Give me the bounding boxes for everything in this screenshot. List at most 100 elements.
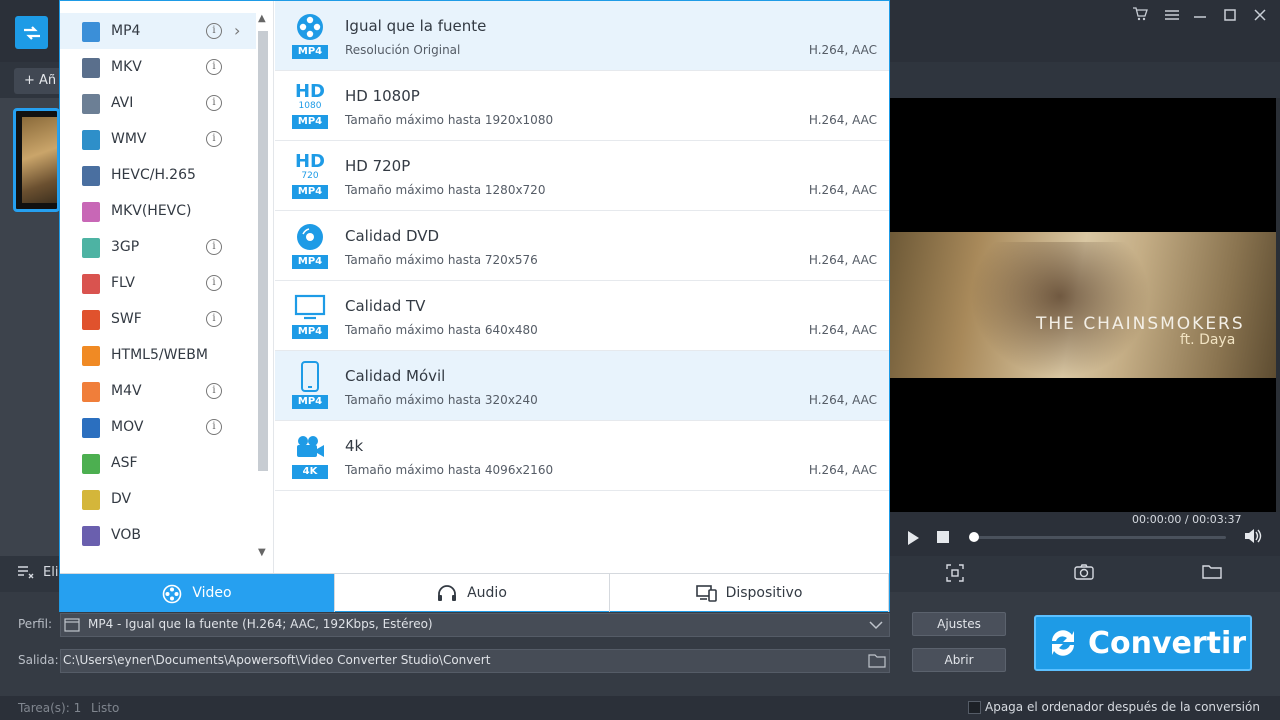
film-reel-icon xyxy=(292,11,328,43)
minimize-icon[interactable] xyxy=(1189,6,1211,26)
video-overlay-subtitle: ft. Daya xyxy=(1180,332,1236,348)
preset-subtitle: Tamaño máximo hasta 4096x2160 xyxy=(345,463,554,477)
format-category-html5-webm[interactable]: HTML5/WEBM xyxy=(60,337,256,373)
format-preset-row[interactable]: MP4 Calidad TV Tamaño máximo hasta 640x480… xyxy=(275,281,889,351)
convert-button[interactable]: Convertir xyxy=(1034,615,1252,671)
info-icon[interactable]: i xyxy=(206,419,222,435)
info-icon[interactable]: i xyxy=(206,275,222,291)
format-category-mov[interactable]: MOV i xyxy=(60,409,256,445)
time-readout: 00:00:00 / 00:03:37 xyxy=(1132,513,1242,526)
info-icon[interactable]: i xyxy=(206,59,222,75)
task-count: Tarea(s): 1 xyxy=(18,701,82,715)
preset-subtitle: Tamaño máximo hasta 640x480 xyxy=(345,323,538,337)
preset-title: HD 720P xyxy=(345,157,411,175)
tab-label: Dispositivo xyxy=(725,585,803,601)
format-category-hevc-h-265[interactable]: HEVC/H.265 xyxy=(60,157,256,193)
format-category-label: HEVC/H.265 xyxy=(111,167,196,183)
format-badge: MP4 xyxy=(292,395,328,409)
format-file-icon xyxy=(82,130,100,150)
tab-video[interactable]: Video xyxy=(60,574,335,612)
format-preset-row[interactable]: MP4 Calidad DVD Tamaño máximo hasta 720x57… xyxy=(275,211,889,281)
format-category-dv[interactable]: DV xyxy=(60,481,256,517)
cart-icon[interactable] xyxy=(1129,6,1151,26)
monitor-icon xyxy=(292,291,328,323)
chevron-right-icon: › xyxy=(234,21,241,40)
stop-icon[interactable] xyxy=(937,531,949,543)
format-category-flv[interactable]: FLV i xyxy=(60,265,256,301)
close-icon[interactable] xyxy=(1249,6,1271,26)
shutdown-checkbox[interactable] xyxy=(968,701,981,714)
hd-720-icon: HD 720 xyxy=(292,151,328,183)
scroll-thumb[interactable] xyxy=(258,31,268,471)
format-file-icon xyxy=(82,310,100,330)
format-selector-popup: MP4 i › MKV i AVI i WMV i HEVC/H.265 MKV(HEVC) 3GP i… xyxy=(59,0,890,612)
list-icon[interactable] xyxy=(1161,6,1183,26)
scroll-down-icon[interactable]: ▼ xyxy=(258,547,266,558)
video-preview: THE CHAINSMOKERS ft. Daya xyxy=(890,98,1276,512)
category-scrollbar[interactable]: ▲ ▼ xyxy=(256,13,270,563)
maximize-icon[interactable] xyxy=(1219,6,1241,26)
tab-label: Audio xyxy=(467,585,507,601)
format-category-vob[interactable]: VOB xyxy=(60,517,256,553)
format-badge: MP4 xyxy=(292,45,328,59)
format-category-mkv[interactable]: MKV i xyxy=(60,49,256,85)
format-file-icon xyxy=(82,526,100,546)
info-icon[interactable]: i xyxy=(206,131,222,147)
format-badge: MP4 xyxy=(292,325,328,339)
format-category-label: WMV xyxy=(111,131,147,147)
scroll-up-icon[interactable]: ▲ xyxy=(258,13,266,24)
format-category-m4v[interactable]: M4V i xyxy=(60,373,256,409)
disc-icon xyxy=(292,221,328,253)
chevron-down-icon xyxy=(869,621,883,630)
format-category-wmv[interactable]: WMV i xyxy=(60,121,256,157)
format-category-label: HTML5/WEBM xyxy=(111,347,208,363)
info-icon[interactable]: i xyxy=(206,383,222,399)
folder-icon[interactable] xyxy=(1202,564,1222,582)
format-category-label: SWF xyxy=(111,311,142,327)
preset-codec: H.264, AAC xyxy=(808,253,877,267)
preview-frame: THE CHAINSMOKERS ft. Daya xyxy=(890,232,1276,378)
tab-dispositivo[interactable]: Dispositivo xyxy=(610,574,889,612)
snapshot-camera-icon[interactable] xyxy=(1074,564,1094,582)
volume-icon[interactable] xyxy=(1244,528,1262,544)
hd-label: HD xyxy=(294,81,325,102)
crop-icon[interactable] xyxy=(946,564,966,582)
format-category-mkv-hevc-[interactable]: MKV(HEVC) xyxy=(60,193,256,229)
preset-subtitle: Tamaño máximo hasta 1920x1080 xyxy=(345,113,554,127)
preset-subtitle: Tamaño máximo hasta 1280x720 xyxy=(345,183,546,197)
info-icon[interactable]: i xyxy=(206,23,222,39)
format-category-avi[interactable]: AVI i xyxy=(60,85,256,121)
format-file-icon xyxy=(82,490,100,510)
info-icon[interactable]: i xyxy=(206,311,222,327)
format-preset-row[interactable]: 4K 4k Tamaño máximo hasta 4096x2160 H.264, … xyxy=(275,421,889,491)
refresh-icon xyxy=(1052,630,1074,656)
format-badge: MP4 xyxy=(292,115,328,129)
format-preset-row[interactable]: HD 720 MP4 HD 720P Tamaño máximo hasta 1280x… xyxy=(275,141,889,211)
format-category-label: ASF xyxy=(111,455,138,471)
delete-list-icon[interactable] xyxy=(18,564,38,582)
format-category-3gp[interactable]: 3GP i xyxy=(60,229,256,265)
format-category-swf[interactable]: SWF i xyxy=(60,301,256,337)
preset-codec: H.264, AAC xyxy=(808,113,877,127)
format-preset-row[interactable]: MP4 Calidad Móvil Tamaño máximo hasta 320x… xyxy=(275,351,889,421)
file-thumbnail[interactable] xyxy=(13,108,60,212)
format-category-list: MP4 i › MKV i AVI i WMV i HEVC/H.265 MKV(HEVC) 3GP i… xyxy=(60,1,274,573)
format-preset-row[interactable]: HD 1080 MP4 HD 1080P Tamaño máximo hasta 192… xyxy=(275,71,889,141)
add-file-button[interactable]: + Añ xyxy=(14,68,62,94)
open-button[interactable]: Abrir xyxy=(912,648,1006,672)
seek-knob[interactable] xyxy=(969,532,979,542)
format-category-mp4[interactable]: MP4 i › xyxy=(60,13,256,49)
info-icon[interactable]: i xyxy=(206,239,222,255)
format-preset-row[interactable]: MP4 Igual que la fuente Resolución Origina… xyxy=(275,1,889,71)
settings-button[interactable]: Ajustes xyxy=(912,612,1006,636)
format-category-label: MP4 xyxy=(111,23,141,39)
format-file-icon xyxy=(82,202,100,222)
seek-bar[interactable] xyxy=(970,536,1226,539)
tab-audio[interactable]: Audio xyxy=(335,574,610,612)
format-file-icon xyxy=(82,382,100,402)
format-category-asf[interactable]: ASF xyxy=(60,445,256,481)
preview-scrollbar[interactable] xyxy=(1276,98,1280,512)
info-icon[interactable]: i xyxy=(206,95,222,111)
hd-label: HD xyxy=(294,151,325,172)
play-icon[interactable] xyxy=(906,530,920,545)
